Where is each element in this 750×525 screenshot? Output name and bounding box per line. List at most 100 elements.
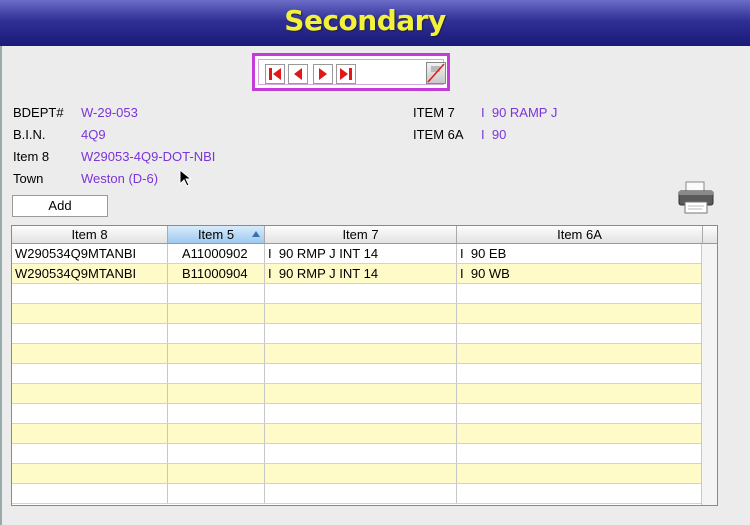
last-icon <box>340 68 352 80</box>
table-cell <box>12 324 168 343</box>
item8-value: W29053-4Q9-DOT-NBI <box>81 149 216 164</box>
column-header-item5-label: Item 5 <box>197 227 235 242</box>
bin-label: B.I.N. <box>13 127 46 142</box>
table-cell <box>168 424 265 443</box>
table-cell <box>265 384 457 403</box>
title-bar: Secondary <box>0 0 750 46</box>
table-body: W290534Q9MTANBI A11000902 I 90 RMP J INT 1… <box>12 244 702 504</box>
table-cell <box>265 424 457 443</box>
item7-label: ITEM 7 <box>413 105 455 120</box>
table-cell <box>457 484 702 503</box>
table-cell <box>265 304 457 323</box>
town-label: Town <box>13 171 44 186</box>
table-cell <box>457 324 702 343</box>
table-cell <box>457 284 702 303</box>
previous-icon <box>294 68 302 80</box>
table-cell <box>457 364 702 383</box>
vertical-scrollbar[interactable] <box>701 244 717 505</box>
table-row[interactable] <box>12 284 702 304</box>
table-cell <box>12 364 168 383</box>
table-row[interactable] <box>12 464 702 484</box>
table-cell <box>457 424 702 443</box>
table-cell <box>457 444 702 463</box>
last-record-button[interactable] <box>336 64 356 84</box>
table-cell <box>168 484 265 503</box>
table-cell <box>265 464 457 483</box>
table-cell: A11000902 <box>168 244 265 263</box>
table-cell <box>12 344 168 363</box>
table-row[interactable] <box>12 424 702 444</box>
table-cell: W290534Q9MTANBI <box>12 244 168 263</box>
first-record-button[interactable] <box>265 64 285 84</box>
table-row[interactable] <box>12 484 702 504</box>
table-cell <box>12 284 168 303</box>
item8-label: Item 8 <box>13 149 50 164</box>
table-row[interactable] <box>12 444 702 464</box>
records-table: Item 8 Item 5 Item 7 Item 6A W290534Q9MT… <box>11 225 718 506</box>
table-cell: I 90 WB <box>457 264 702 283</box>
table-cell <box>265 284 457 303</box>
table-row[interactable] <box>12 324 702 344</box>
bdept-value: W-29-053 <box>81 105 138 120</box>
table-row[interactable] <box>12 344 702 364</box>
table-cell <box>12 424 168 443</box>
sort-ascending-icon <box>252 231 260 237</box>
table-cell <box>457 404 702 423</box>
column-header-item5[interactable]: Item 5 <box>168 226 265 243</box>
edit-toggle-button[interactable] <box>426 62 446 84</box>
next-record-button[interactable] <box>313 64 333 84</box>
navigator-inner <box>258 59 446 85</box>
table-cell <box>168 464 265 483</box>
table-cell <box>168 364 265 383</box>
column-header-item8[interactable]: Item 8 <box>12 226 168 243</box>
table-cell <box>12 404 168 423</box>
table-cell <box>265 444 457 463</box>
table-cell <box>12 304 168 323</box>
table-cell: I 90 RMP J INT 14 <box>265 264 457 283</box>
record-navigator <box>252 53 450 91</box>
table-cell <box>12 384 168 403</box>
bin-value: 4Q9 <box>81 127 106 142</box>
table-row[interactable] <box>12 404 702 424</box>
table-cell <box>168 444 265 463</box>
column-header-item6a[interactable]: Item 6A <box>457 226 703 243</box>
table-cell <box>168 344 265 363</box>
table-cell: I 90 EB <box>457 244 702 263</box>
table-row[interactable] <box>12 384 702 404</box>
town-value: Weston (D-6) <box>81 171 159 186</box>
no-edit-icon <box>427 63 445 83</box>
item6a-value: I 90 <box>481 127 507 142</box>
left-edge <box>0 46 2 525</box>
table-cell <box>168 324 265 343</box>
table-row[interactable]: W290534Q9MTANBI A11000902 I 90 RMP J INT 1… <box>12 244 702 264</box>
table-cell <box>265 324 457 343</box>
previous-record-button[interactable] <box>288 64 308 84</box>
printer-icon[interactable] <box>676 180 716 216</box>
item7-value: I 90 RAMP J <box>481 105 558 120</box>
table-cell <box>168 384 265 403</box>
table-cell <box>168 284 265 303</box>
window-title: Secondary <box>284 4 446 37</box>
first-icon <box>269 68 281 80</box>
table-cell <box>265 484 457 503</box>
table-cell: I 90 RMP J INT 14 <box>265 244 457 263</box>
table-cell <box>12 444 168 463</box>
table-cell <box>457 344 702 363</box>
next-icon <box>319 68 327 80</box>
table-cell <box>265 404 457 423</box>
table-row[interactable] <box>12 364 702 384</box>
table-cell: W290534Q9MTANBI <box>12 264 168 283</box>
bdept-label: BDEPT# <box>13 105 64 120</box>
table-cell <box>457 464 702 483</box>
table-row[interactable] <box>12 304 702 324</box>
table-cell <box>12 484 168 503</box>
add-button[interactable]: Add <box>12 195 108 217</box>
table-header: Item 8 Item 5 Item 7 Item 6A <box>12 226 717 244</box>
table-cell <box>265 364 457 383</box>
table-cell <box>457 384 702 403</box>
mouse-pointer-icon <box>179 169 193 187</box>
column-header-item7[interactable]: Item 7 <box>265 226 457 243</box>
table-row[interactable]: W290534Q9MTANBI B11000904 I 90 RMP J INT 1… <box>12 264 702 284</box>
table-cell <box>265 344 457 363</box>
table-cell <box>168 304 265 323</box>
